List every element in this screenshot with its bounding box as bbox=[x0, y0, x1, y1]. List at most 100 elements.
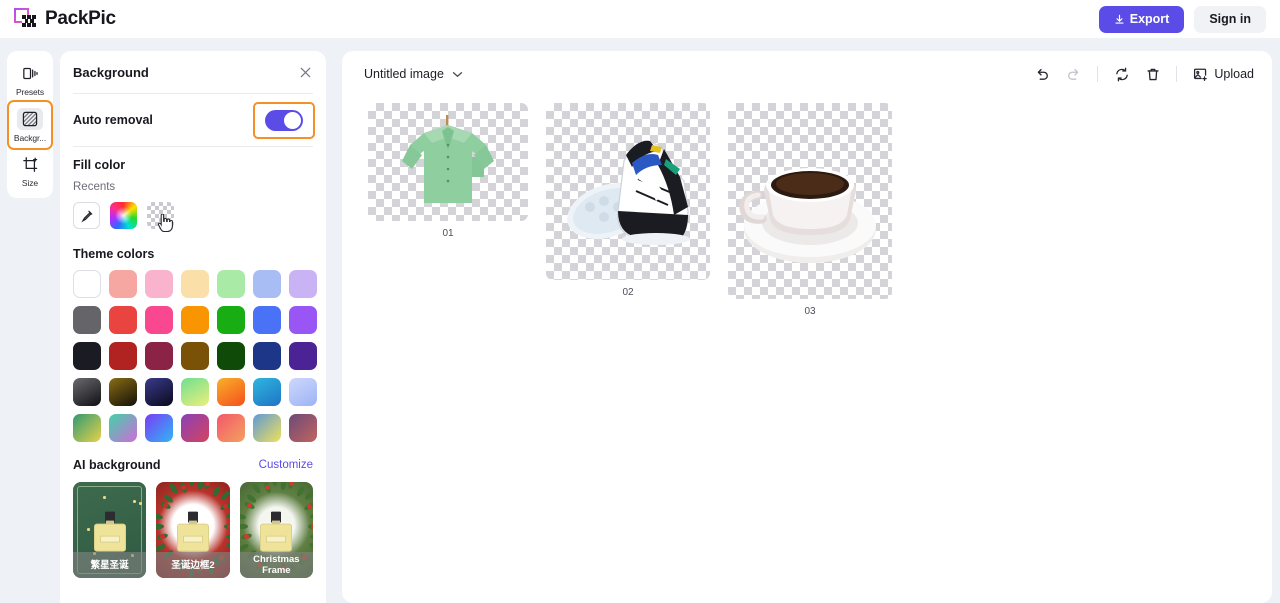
export-button[interactable]: Export bbox=[1098, 5, 1185, 33]
color-swatch[interactable] bbox=[181, 342, 209, 370]
color-swatch[interactable] bbox=[145, 306, 173, 334]
redo-icon[interactable] bbox=[1066, 67, 1081, 82]
color-swatch[interactable] bbox=[289, 270, 317, 298]
background-panel: Background Auto removal Fill color Recen… bbox=[60, 51, 326, 603]
perfume-bottle bbox=[93, 511, 126, 552]
color-swatch[interactable] bbox=[217, 270, 245, 298]
color-swatch[interactable] bbox=[181, 414, 209, 442]
color-swatch[interactable] bbox=[109, 414, 137, 442]
color-swatch[interactable] bbox=[145, 342, 173, 370]
customize-link[interactable]: Customize bbox=[259, 459, 313, 471]
canvas-toolbar: Untitled image Upload bbox=[342, 51, 1272, 97]
color-swatch[interactable] bbox=[109, 342, 137, 370]
toolbar-divider-2 bbox=[1176, 66, 1178, 82]
canvas-tools: Upload bbox=[1035, 66, 1254, 82]
color-swatch[interactable] bbox=[253, 378, 281, 406]
image-thumbnail[interactable] bbox=[368, 103, 528, 221]
undo-icon[interactable] bbox=[1035, 67, 1050, 82]
color-swatch[interactable] bbox=[181, 378, 209, 406]
ai-background-card[interactable]: Christmas Frame bbox=[239, 482, 313, 578]
color-swatch[interactable] bbox=[109, 378, 137, 406]
color-swatch[interactable] bbox=[73, 270, 101, 298]
color-swatch[interactable] bbox=[253, 306, 281, 334]
color-swatch[interactable] bbox=[253, 342, 281, 370]
color-swatch[interactable] bbox=[73, 378, 101, 406]
color-swatch[interactable] bbox=[289, 414, 317, 442]
ai-background-header: AI background Customize bbox=[60, 442, 326, 472]
color-swatch[interactable] bbox=[181, 306, 209, 334]
image-thumbnail[interactable] bbox=[728, 103, 892, 299]
color-swatch[interactable] bbox=[217, 342, 245, 370]
size-crop-icon bbox=[17, 153, 43, 175]
color-swatch[interactable] bbox=[73, 342, 101, 370]
download-icon bbox=[1114, 14, 1125, 25]
theme-colors-grid bbox=[60, 261, 326, 442]
color-swatch[interactable] bbox=[73, 306, 101, 334]
recents-title: Recents bbox=[73, 181, 116, 193]
color-swatch[interactable] bbox=[253, 414, 281, 442]
color-swatch[interactable] bbox=[217, 414, 245, 442]
ai-background-caption: Christmas Frame bbox=[239, 552, 313, 578]
eyedropper-swatch[interactable] bbox=[73, 202, 100, 229]
export-label: Export bbox=[1129, 12, 1170, 26]
color-swatch[interactable] bbox=[217, 378, 245, 406]
sidebar-item-size[interactable]: Size bbox=[8, 148, 52, 193]
sidebar-item-background[interactable]: Backgr... bbox=[7, 100, 53, 150]
theme-colors-title: Theme colors bbox=[73, 247, 155, 261]
toolbar-divider-1 bbox=[1097, 66, 1099, 82]
ai-background-title: AI background bbox=[73, 458, 161, 472]
sidebar-label-background: Backgr... bbox=[13, 132, 47, 143]
image-item: 02 bbox=[546, 103, 710, 298]
image-thumbnail[interactable] bbox=[546, 103, 710, 280]
sidebar-item-presets[interactable]: Presets bbox=[8, 57, 52, 102]
refresh-icon[interactable] bbox=[1114, 67, 1130, 82]
color-swatch[interactable] bbox=[109, 270, 137, 298]
rainbow-picker-swatch[interactable] bbox=[110, 202, 137, 229]
app-header: PackPic Export Sign in bbox=[0, 0, 1280, 38]
background-icon bbox=[17, 107, 43, 130]
sidebar-label-size: Size bbox=[21, 178, 39, 188]
app-name: PackPic bbox=[45, 8, 116, 29]
presets-icon bbox=[17, 62, 43, 84]
color-swatch[interactable] bbox=[289, 306, 317, 334]
color-swatch[interactable] bbox=[145, 270, 173, 298]
app-logo[interactable]: PackPic bbox=[14, 7, 116, 31]
fill-color-title: Fill color bbox=[73, 158, 126, 172]
canvas-area: Untitled image Upload 01 02 03 bbox=[342, 51, 1272, 603]
color-swatch[interactable] bbox=[217, 306, 245, 334]
image-caption: 03 bbox=[804, 306, 816, 317]
document-name: Untitled image bbox=[364, 67, 444, 81]
header-actions: Export Sign in bbox=[1098, 5, 1266, 33]
auto-removal-row: Auto removal bbox=[60, 94, 326, 146]
packpic-logo-icon bbox=[14, 7, 38, 31]
color-swatch[interactable] bbox=[145, 414, 173, 442]
upload-label: Upload bbox=[1214, 67, 1254, 81]
color-swatch[interactable] bbox=[109, 306, 137, 334]
signin-button[interactable]: Sign in bbox=[1194, 5, 1266, 33]
trash-icon[interactable] bbox=[1146, 67, 1160, 82]
eyedropper-icon bbox=[80, 209, 94, 223]
transparent-swatch[interactable] bbox=[147, 202, 174, 232]
color-swatch[interactable] bbox=[73, 414, 101, 442]
upload-button[interactable]: Upload bbox=[1193, 67, 1254, 82]
ai-background-card[interactable]: 圣诞边框2 bbox=[156, 482, 230, 578]
auto-removal-highlight bbox=[253, 101, 315, 139]
image-item: 03 bbox=[728, 103, 892, 317]
color-swatch[interactable] bbox=[181, 270, 209, 298]
perfume-bottle bbox=[176, 511, 209, 552]
color-swatch[interactable] bbox=[253, 270, 281, 298]
left-rail: Presets Backgr... Size bbox=[7, 51, 53, 198]
panel-title: Background bbox=[73, 64, 149, 80]
chevron-down-icon bbox=[452, 71, 463, 78]
document-name-button[interactable]: Untitled image bbox=[364, 67, 463, 81]
auto-removal-toggle[interactable] bbox=[265, 109, 303, 131]
ai-background-caption: 繁星圣诞 bbox=[73, 552, 147, 578]
signin-label: Sign in bbox=[1209, 12, 1251, 26]
recents-swatches bbox=[60, 193, 326, 232]
ai-background-card[interactable]: 繁星圣诞 bbox=[73, 482, 147, 578]
color-swatch[interactable] bbox=[289, 342, 317, 370]
color-swatch[interactable] bbox=[289, 378, 317, 406]
close-icon[interactable] bbox=[299, 66, 312, 79]
color-swatch[interactable] bbox=[145, 378, 173, 406]
add-image-icon bbox=[1193, 67, 1208, 82]
